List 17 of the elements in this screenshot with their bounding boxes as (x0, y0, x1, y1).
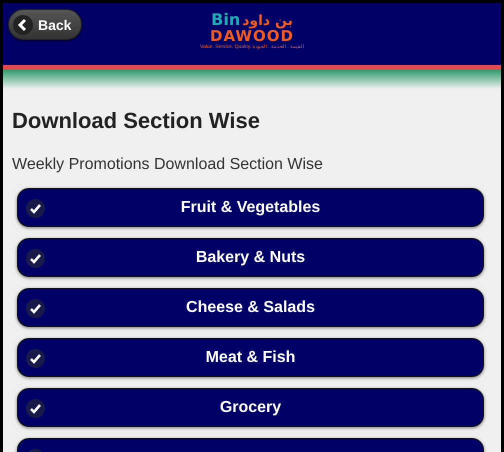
logo-text: Bin (211, 10, 240, 29)
logo-text: DAWOOD (210, 29, 294, 44)
back-button[interactable]: Back (8, 9, 82, 40)
logo-arabic-text: بن داود (242, 13, 293, 29)
section-button[interactable]: Cheese & Salads (17, 288, 484, 327)
section-button[interactable]: Meat & Fish (17, 338, 484, 377)
check-icon (26, 399, 45, 418)
section-button[interactable]: Fruit & Vegetables (17, 188, 484, 227)
page-title: Download Section Wise (12, 108, 261, 134)
check-icon (26, 299, 45, 318)
page-subtitle: Weekly Promotions Download Section Wise (12, 156, 324, 174)
section-button[interactable]: Grocery (17, 388, 484, 427)
check-icon (26, 349, 45, 368)
chevron-left-icon (13, 14, 33, 34)
check-icon (26, 199, 45, 218)
section-button[interactable]: Bakery & Nuts (17, 238, 484, 277)
check-icon (26, 249, 45, 268)
